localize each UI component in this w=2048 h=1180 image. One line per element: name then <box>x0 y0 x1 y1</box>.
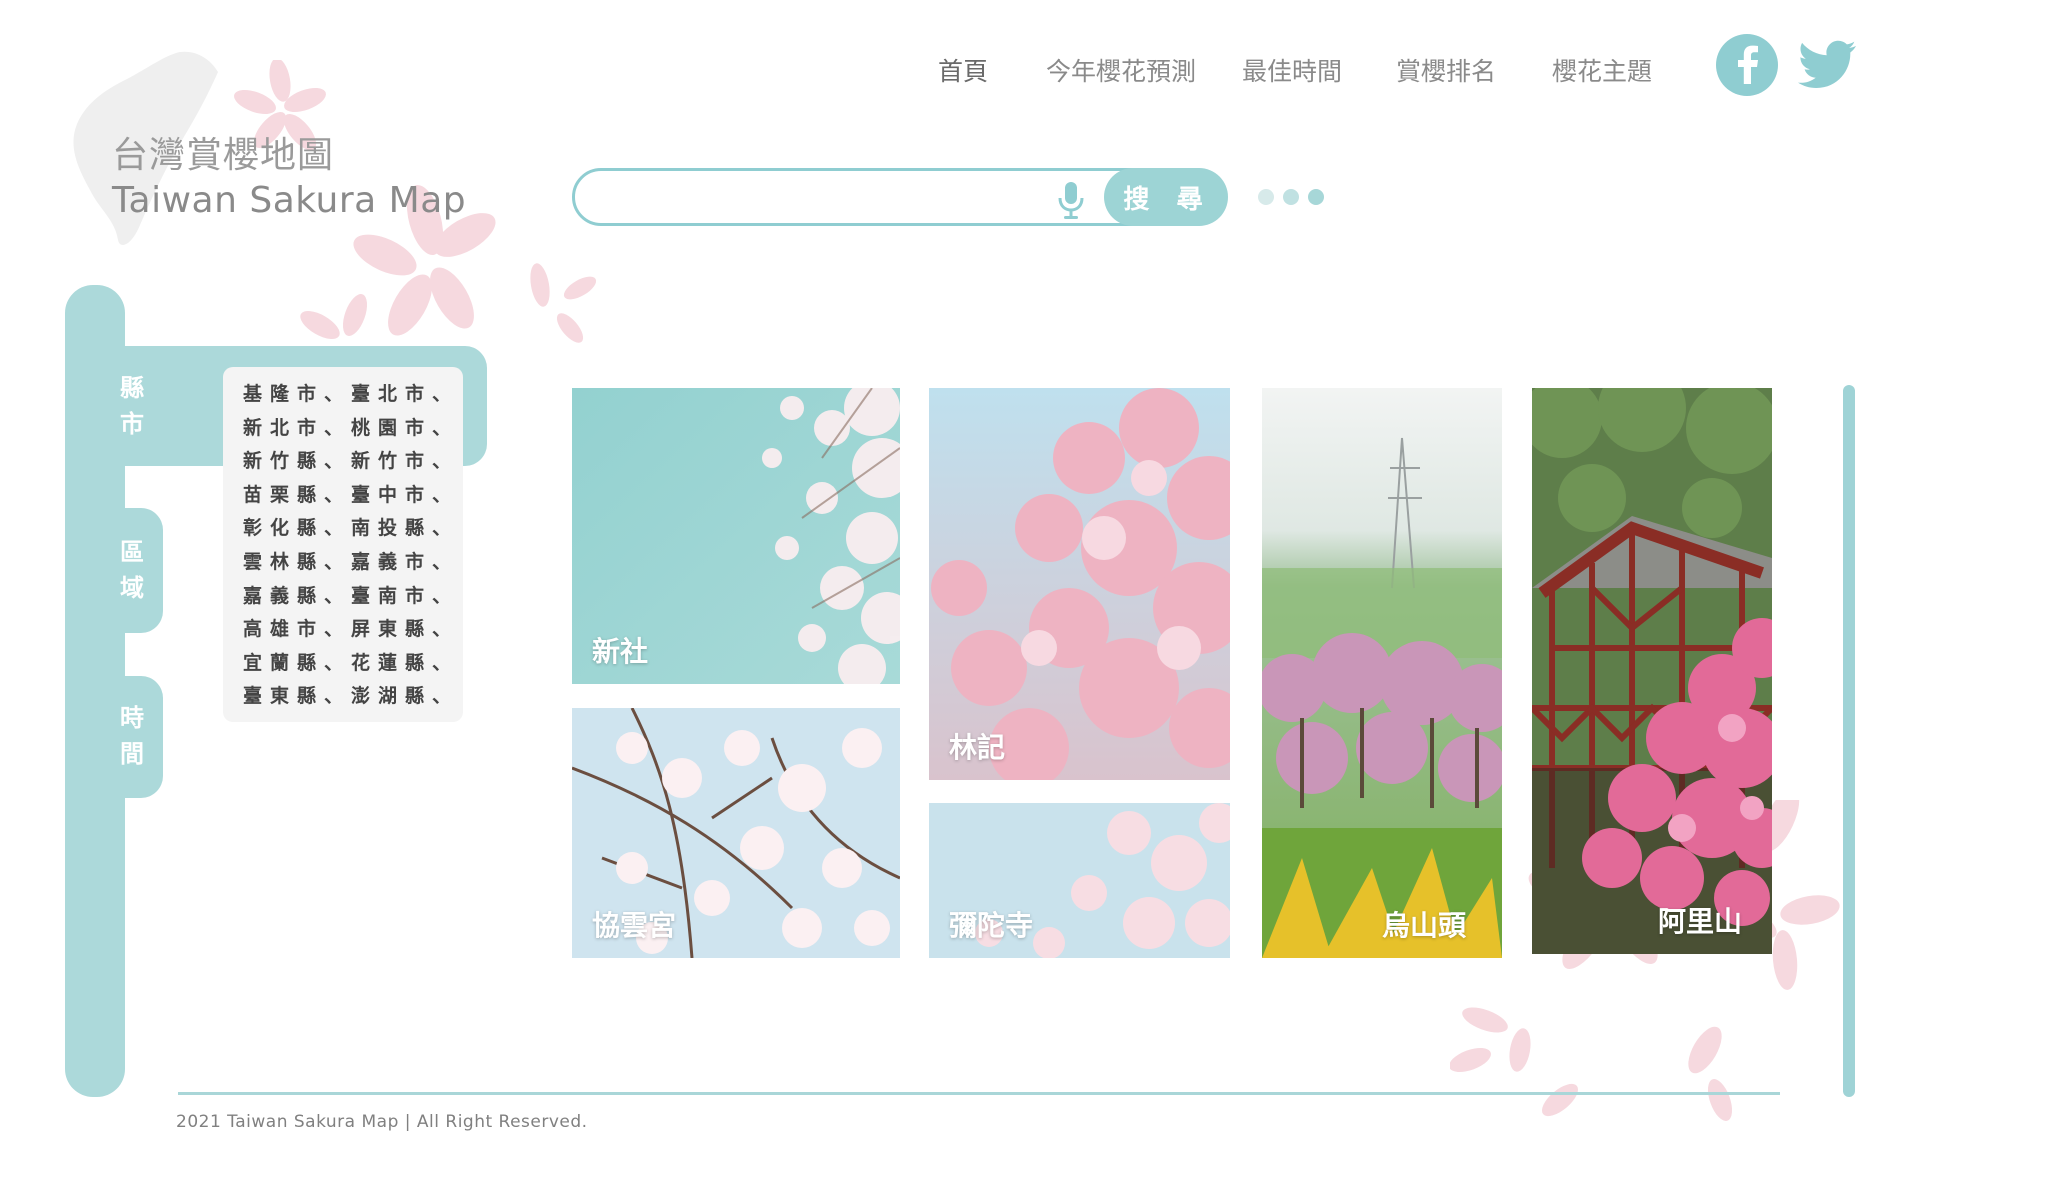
carousel-dot[interactable] <box>1258 189 1274 205</box>
county-row[interactable]: 高雄市、屏東縣、 <box>243 613 463 647</box>
photo-card-linji[interactable]: 林記 <box>929 388 1230 780</box>
county-row[interactable]: 新北市、桃園市、 <box>243 412 463 446</box>
county-row[interactable]: 苗栗縣、臺中市、 <box>243 479 463 513</box>
county-row[interactable]: 嘉義縣、臺南市、 <box>243 580 463 614</box>
photo-label: 協雲宮 <box>592 909 677 942</box>
tab-time[interactable]: 時間 <box>65 676 163 798</box>
county-row[interactable]: 宜蘭縣、花蓮縣、 <box>243 647 463 681</box>
county-row[interactable]: 彰化縣、南投縣、 <box>243 512 463 546</box>
photo-label: 彌陀寺 <box>949 909 1034 942</box>
county-row[interactable]: 臺東縣、澎湖縣、 <box>243 680 463 714</box>
tab-time-label: 時間 <box>120 704 144 768</box>
tab-region[interactable]: 區域 <box>65 508 163 633</box>
search-button[interactable]: 搜 尋 <box>1104 168 1228 226</box>
twitter-icon[interactable] <box>1798 34 1860 96</box>
wushantou-photo <box>1262 388 1502 958</box>
photo-card-xinshe[interactable]: 新社 <box>572 388 900 684</box>
photo-card-alishan[interactable]: 阿里山 <box>1532 388 1772 954</box>
scrollbar[interactable] <box>1843 385 1855 1097</box>
county-list: 基隆市、臺北市、 新北市、桃園市、 新竹縣、新竹市、 苗栗縣、臺中市、 彰化縣、… <box>223 367 463 722</box>
county-row[interactable]: 基隆市、臺北市、 <box>243 378 463 412</box>
nav-themes[interactable]: 櫻花主題 <box>1552 52 1652 88</box>
county-row[interactable]: 雲林縣、嘉義市、 <box>243 546 463 580</box>
copyright-text: 2021 Taiwan Sakura Map | All Right Reser… <box>176 1112 588 1132</box>
photo-card-xieyun-temple[interactable]: 協雲宮 <box>572 708 900 958</box>
microphone-icon[interactable] <box>1056 180 1086 220</box>
carousel-dot-active[interactable] <box>1308 189 1324 205</box>
alishan-photo <box>1532 388 1772 954</box>
photo-label: 烏山頭 <box>1382 909 1467 942</box>
facebook-icon[interactable] <box>1716 34 1778 96</box>
photo-card-mituo-temple[interactable]: 彌陀寺 <box>929 803 1230 958</box>
nav-best-time[interactable]: 最佳時間 <box>1242 52 1342 88</box>
carousel-dot[interactable] <box>1283 189 1299 205</box>
photo-label: 林記 <box>949 731 1006 764</box>
footer-divider <box>178 1092 1780 1095</box>
tab-county-label: 縣市 <box>120 374 144 438</box>
logo-title-en: Taiwan Sakura Map <box>112 180 467 221</box>
photo-label: 新社 <box>592 635 649 668</box>
photo-label: 阿里山 <box>1658 905 1743 938</box>
linji-photo <box>929 388 1230 780</box>
logo-title-zh: 台灣賞櫻地圖 <box>112 135 335 176</box>
county-row[interactable]: 新竹縣、新竹市、 <box>243 445 463 479</box>
carousel-dots <box>1258 189 1333 209</box>
tab-region-label: 區域 <box>120 538 144 602</box>
nav-home[interactable]: 首頁 <box>938 52 988 88</box>
nav-forecast[interactable]: 今年櫻花預測 <box>1046 52 1196 88</box>
nav-ranking[interactable]: 賞櫻排名 <box>1396 52 1496 88</box>
photo-card-wushantou[interactable]: 烏山頭 <box>1262 388 1502 958</box>
